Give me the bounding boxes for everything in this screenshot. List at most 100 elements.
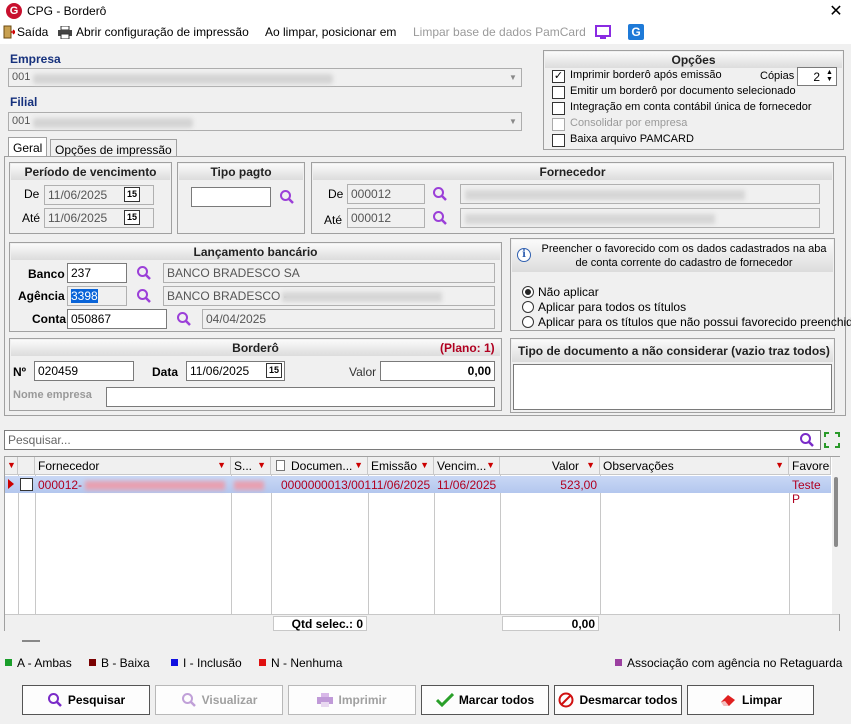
expand-icon[interactable] — [824, 432, 840, 448]
search-input[interactable]: Pesquisar... — [4, 430, 821, 450]
col-documento[interactable]: Documen... ▼ — [271, 457, 368, 475]
chevron-down-icon: ▼ — [509, 73, 517, 82]
col-fornecedor[interactable]: Fornecedor ▼ — [35, 457, 231, 475]
marcar-todos-button[interactable]: Marcar todos — [421, 685, 549, 715]
grid-filter-header[interactable]: ▼ — [5, 457, 18, 475]
checkbox-integracao[interactable] — [552, 102, 565, 115]
checkbox-pamcard[interactable] — [552, 134, 565, 147]
col-valor[interactable]: Valor ▼ — [500, 457, 600, 475]
fornecedor-de-input[interactable]: 000012 — [347, 184, 425, 204]
legend-swatch — [615, 659, 622, 666]
grid-footer: Qtd selec.: 0 0,00 — [5, 614, 839, 631]
search-icon[interactable] — [136, 288, 152, 304]
col-label: Valor — [551, 459, 579, 473]
radio-aplicar-sem-favorecido[interactable] — [522, 316, 534, 328]
calendar-icon[interactable]: 15 — [124, 187, 140, 202]
print-config-button[interactable]: Abrir configuração de impressão — [76, 25, 249, 39]
radio-nao-aplicar[interactable] — [522, 286, 534, 298]
nome-empresa-input[interactable] — [106, 387, 495, 407]
conta-input[interactable]: 050867 — [67, 309, 167, 329]
filter-icon[interactable]: ▼ — [354, 460, 363, 470]
app-logo-icon: G — [6, 3, 22, 19]
col-status[interactable]: S... ▼ — [231, 457, 271, 475]
tipo-pagto-input[interactable] — [191, 187, 271, 207]
prohibited-icon — [558, 692, 574, 708]
filter-icon[interactable]: ▼ — [486, 460, 495, 470]
tipo-doc-title: Tipo de documento a não considerar (vazi… — [518, 344, 830, 358]
checkbox-emitir[interactable] — [552, 86, 565, 99]
legend-label: N - Nenhuma — [271, 656, 343, 670]
banco-input[interactable]: 237 — [67, 263, 127, 283]
bordero-valor: 0,00 — [380, 361, 495, 381]
calendar-icon[interactable]: 15 — [266, 363, 282, 378]
opcao-label: Emitir um borderô por documento selecion… — [570, 85, 796, 97]
button-label: Pesquisar — [67, 693, 126, 707]
cell-vencimento: 11/06/2025 — [437, 478, 497, 492]
checkbox-consolidar[interactable] — [552, 118, 565, 131]
filter-icon[interactable]: ▼ — [775, 460, 784, 470]
filter-icon[interactable]: ▼ — [217, 460, 226, 470]
tipo-doc-group: Tipo de documento a não considerar (vazi… — [510, 338, 835, 413]
search-icon[interactable] — [279, 189, 295, 205]
col-vencimento[interactable]: Vencim... ▼ — [434, 457, 500, 475]
tab-geral[interactable]: Geral — [8, 137, 48, 157]
filial-select[interactable]: 001 ▼ — [8, 112, 522, 131]
checkbox-imprimir[interactable]: ✓ — [552, 70, 565, 83]
opcoes-group: Opções ✓ Imprimir borderô após emissão E… — [543, 50, 844, 150]
fornecedor-ate-input[interactable]: 000012 — [347, 208, 425, 228]
opcao-label: Baixa arquivo PAMCARD — [570, 133, 694, 145]
search-icon[interactable] — [799, 432, 815, 448]
data-label: Data — [152, 365, 179, 379]
check-icon — [435, 693, 454, 707]
vertical-scrollbar[interactable] — [832, 457, 840, 614]
search-icon[interactable] — [432, 186, 448, 202]
imprimir-button[interactable]: Imprimir — [288, 685, 416, 715]
tab-opcoes-impressao[interactable]: Opções de impressão — [50, 139, 177, 157]
col-observacoes[interactable]: Observações ▼ — [600, 457, 789, 475]
desmarcar-todos-button[interactable]: Desmarcar todos — [554, 685, 682, 715]
g-app-icon[interactable]: G — [628, 24, 644, 40]
empresa-select[interactable]: 001 ▼ — [8, 68, 522, 87]
filter-icon[interactable]: ▼ — [420, 460, 429, 470]
on-clear-menu[interactable]: Ao limpar, posicionar em — [265, 25, 396, 39]
search-icon[interactable] — [432, 210, 448, 226]
agencia-input[interactable]: 3398 — [67, 286, 127, 306]
close-button[interactable]: ✕ — [826, 1, 846, 21]
button-label: Visualizar — [201, 693, 258, 707]
filter-icon[interactable]: ▼ — [586, 460, 595, 470]
radio-aplicar-todos[interactable] — [522, 301, 534, 313]
tipo-pagto-group: Tipo pagto — [177, 162, 305, 234]
plano-label: (Plano: 1) — [440, 341, 495, 355]
info-icon: i — [517, 248, 531, 262]
pesquisar-button[interactable]: Pesquisar — [22, 685, 150, 715]
banco-label: Banco — [28, 267, 65, 281]
calendar-icon[interactable]: 15 — [124, 210, 140, 225]
nome-empresa-label: Nome empresa — [13, 389, 92, 401]
bordero-num-input[interactable]: 020459 — [34, 361, 134, 381]
search-icon[interactable] — [136, 265, 152, 281]
visualizar-button[interactable]: Visualizar — [155, 685, 283, 715]
valor-label: Valor — [349, 365, 377, 379]
col-label: Observações — [603, 459, 674, 473]
tipo-doc-list[interactable] — [513, 364, 832, 410]
col-favorecido[interactable]: Favorec — [789, 457, 831, 475]
opcao-label: Integração em conta contábil única de fo… — [570, 101, 812, 113]
button-label: Marcar todos — [458, 693, 535, 707]
bordero-group: Borderô (Plano: 1) Nº 020459 Data 11/06/… — [9, 338, 502, 411]
limpar-button[interactable]: Limpar — [687, 685, 814, 715]
horizontal-scrollbar[interactable] — [22, 640, 40, 642]
lancamento-group: Lançamento bancário Banco 237 BANCO BRAD… — [9, 242, 502, 332]
grid-check-header — [18, 457, 35, 475]
empresa-label: Empresa — [10, 52, 61, 66]
monitor-icon[interactable] — [595, 25, 611, 40]
filter-icon[interactable]: ▼ — [257, 460, 266, 470]
clear-pamcard-button[interactable]: Limpar base de dados PamCard — [413, 25, 586, 39]
col-emissao[interactable]: Emissão ▼ — [368, 457, 434, 475]
row-checkbox[interactable] — [20, 478, 33, 491]
exit-button[interactable]: Saída — [17, 25, 48, 39]
eraser-icon — [720, 695, 735, 706]
favorecido-group: i Preencher o favorecido com os dados ca… — [510, 238, 851, 331]
spinner-arrows-icon[interactable]: ▲ ▼ — [826, 69, 833, 83]
search-icon[interactable] — [176, 311, 192, 327]
table-row[interactable]: 000012- 0000000013/001 11/06/2025 11/06/… — [5, 476, 831, 506]
